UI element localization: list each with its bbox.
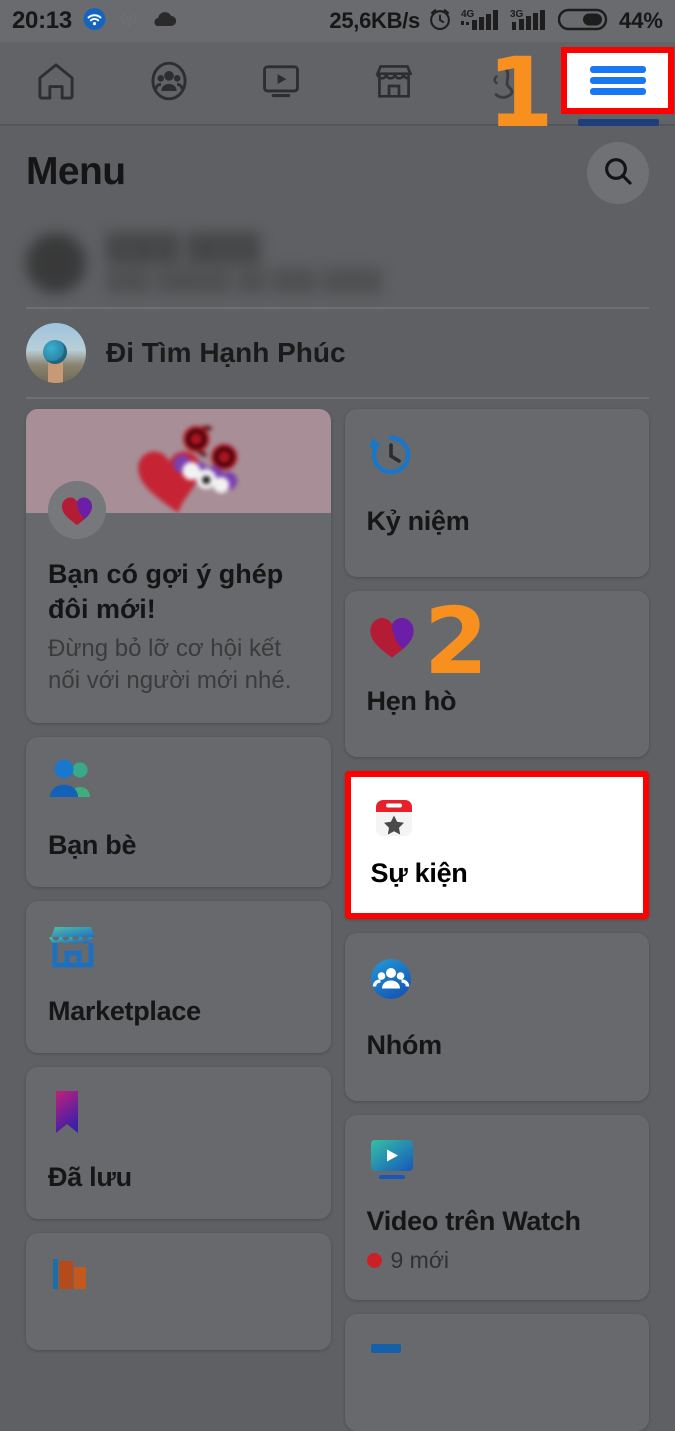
battery-icon: [558, 5, 610, 38]
partial-card-right[interactable]: [345, 1314, 650, 1431]
ban-be-card[interactable]: Bạn bè: [26, 737, 331, 887]
store-icon: [371, 58, 417, 109]
pages-folder-icon: [48, 1255, 309, 1302]
search-button[interactable]: [587, 142, 649, 204]
video-watch-label: Video trên Watch: [367, 1206, 581, 1236]
battery-percent: 44%: [619, 8, 663, 34]
calendar-star-icon: [371, 795, 624, 846]
active-tab-indicator: [578, 119, 659, 126]
bookmark-icon: [48, 1089, 309, 1140]
hamburger-bar-2: [590, 77, 646, 84]
avatar: [26, 233, 86, 293]
store-icon: [48, 923, 309, 974]
nhom-card[interactable]: Nhóm: [345, 933, 650, 1101]
friends-icon: [48, 759, 309, 808]
annotation-step-1: 1: [487, 45, 554, 141]
shortcuts-grid: Bạn có gợi ý ghép đôi mới! Đừng bỏ lỡ cơ…: [0, 399, 675, 1431]
ky-niem-card[interactable]: Kỷ niệm: [345, 409, 650, 577]
su-kien-label: Sự kiện: [371, 858, 468, 888]
profile-user-name: ​████ ████: [106, 232, 649, 263]
signal-3g-icon: 3G: [509, 6, 551, 37]
nav-tab-friends[interactable]: [113, 42, 226, 124]
hamburger-bar-3: [590, 88, 646, 95]
marketplace-label: Marketplace: [48, 996, 201, 1026]
dating-heart-icon: [367, 613, 628, 664]
marketplace-card[interactable]: Marketplace: [26, 901, 331, 1053]
friends-icon: [146, 58, 192, 109]
da-luu-label: Đã lưu: [48, 1162, 132, 1192]
su-kien-card[interactable]: Sự kiện: [345, 771, 650, 919]
svg-text:4G: 4G: [461, 9, 475, 20]
nhom-label: Nhóm: [367, 1030, 442, 1060]
clock-rewind-icon: [367, 431, 628, 484]
ban-be-label: Bạn bè: [48, 830, 136, 860]
cloud-icon: [150, 9, 178, 34]
page-avatar: [26, 323, 86, 383]
ghep-doi-body: Bạn có gợi ý ghép đôi mới! Đừng bỏ lỡ cơ…: [26, 513, 331, 723]
svg-text:3G: 3G: [510, 9, 524, 20]
groups-icon: [367, 955, 628, 1008]
hen-ho-card[interactable]: Hẹn hò: [345, 591, 650, 757]
status-bar-right: 25,6KB/s 4G 3G 44%: [329, 5, 663, 38]
video-play-icon: [258, 58, 304, 109]
page-name: Đi Tìm Hạnh Phúc: [106, 337, 649, 369]
shortcuts-left-column: Bạn có gợi ý ghép đôi mới! Đừng bỏ lỡ cơ…: [26, 409, 331, 1431]
partial-card-left[interactable]: [26, 1233, 331, 1350]
feed-icon: [367, 1336, 628, 1383]
profile-user-text: ​████ ████ ​███ █████ ██ ███ ████: [106, 232, 649, 293]
ghep-doi-subtitle: Đừng bỏ lỡ cơ hội kết nối với người mới …: [48, 633, 309, 696]
nav-tab-home[interactable]: [0, 42, 113, 124]
signal-4g-icon: 4G: [460, 6, 502, 37]
search-icon: [601, 154, 635, 193]
page-text: Đi Tìm Hạnh Phúc: [106, 337, 649, 369]
home-icon: [33, 58, 79, 109]
video-watch-badge-text: 9 mới: [391, 1247, 450, 1274]
alarm-icon: [427, 6, 453, 37]
shortcuts-right-column: Kỷ niệm Hẹn hò Sự kiện: [345, 409, 650, 1431]
page-title: Menu: [26, 150, 125, 194]
profile-row-user[interactable]: ​████ ████ ​███ █████ ██ ███ ████: [0, 218, 675, 307]
video-watch-card[interactable]: Video trên Watch 9 mới: [345, 1115, 650, 1300]
watch-video-icon: [367, 1137, 628, 1188]
nav-tab-watch[interactable]: [225, 42, 338, 124]
profile-user-subtitle: ​███ █████ ██ ███ ████: [106, 269, 649, 293]
ghep-doi-title: Bạn có gợi ý ghép đôi mới!: [48, 557, 309, 627]
wifi-icon: [81, 7, 108, 36]
profile-row-page[interactable]: Đi Tìm Hạnh Phúc: [0, 309, 675, 397]
ky-niem-label: Kỷ niệm: [367, 506, 470, 536]
menu-header: Menu: [0, 126, 675, 218]
da-luu-card[interactable]: Đã lưu: [26, 1067, 331, 1219]
network-speed: 25,6KB/s: [329, 8, 420, 34]
new-indicator-dot: [367, 1253, 382, 1268]
hamburger-menu-button[interactable]: [561, 47, 674, 114]
clock-time: 20:13: [12, 7, 72, 35]
annotation-step-2: 2: [424, 596, 488, 688]
hamburger-bar-1: [590, 66, 646, 73]
video-watch-badge: 9 mới: [367, 1247, 628, 1274]
hotspot-icon: [117, 7, 141, 36]
status-bar-left: 20:13: [12, 7, 178, 36]
nav-tab-marketplace[interactable]: [338, 42, 451, 124]
status-bar: 20:13 25,6KB/s 4G 3G: [0, 0, 675, 42]
ghep-doi-card[interactable]: Bạn có gợi ý ghép đôi mới! Đừng bỏ lỡ cơ…: [26, 409, 331, 723]
dating-heart-icon: [48, 481, 106, 539]
